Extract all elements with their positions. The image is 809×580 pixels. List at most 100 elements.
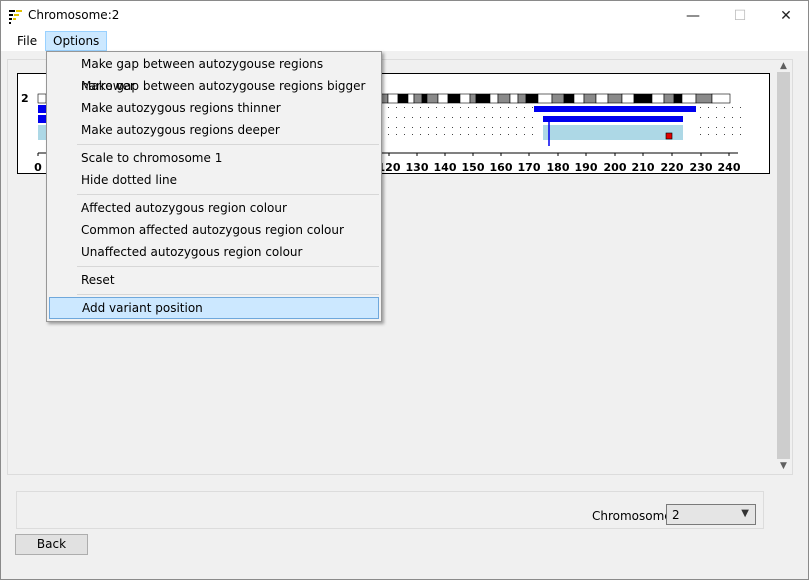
- minimize-button[interactable]: —: [670, 1, 716, 31]
- ideogram-band: [475, 93, 491, 104]
- ideogram-band: [607, 93, 623, 104]
- dotted-line-dot: [420, 117, 421, 118]
- dotted-line-dot: [420, 127, 421, 128]
- menu-item-common-affected-colour[interactable]: Common affected autozygous region colour: [49, 219, 379, 241]
- menu-item-unaffected-colour[interactable]: Unaffected autozygous region colour: [49, 241, 379, 263]
- dotted-line-dot: [508, 117, 509, 118]
- dotted-line-dot: [444, 127, 445, 128]
- dotted-line-dot: [420, 107, 421, 108]
- vertical-scrollbar[interactable]: ▲ ▼: [775, 60, 792, 472]
- dotted-line-dot: [388, 134, 389, 135]
- dotted-line-dot: [476, 134, 477, 135]
- dotted-line-dot: [492, 117, 493, 118]
- close-button[interactable]: ✕: [763, 1, 809, 31]
- dotted-line-dot: [724, 134, 725, 135]
- dotted-line-dot: [740, 134, 741, 135]
- dotted-line-dot: [524, 134, 525, 135]
- ideogram-band: [426, 93, 439, 104]
- axis-tick-label: 170: [518, 161, 541, 173]
- ideogram-band: [551, 93, 565, 104]
- dotted-line-dot: [492, 134, 493, 135]
- dotted-line-dot: [732, 134, 733, 135]
- scroll-up-icon[interactable]: ▲: [775, 60, 792, 72]
- menu-options[interactable]: Options: [45, 31, 108, 51]
- ideogram-band: [583, 93, 597, 104]
- ideogram-band: [37, 93, 47, 104]
- dotted-line-dot: [436, 117, 437, 118]
- menu-bar: File Options: [1, 31, 808, 51]
- dotted-line-dot: [716, 127, 717, 128]
- dotted-line-dot: [468, 117, 469, 118]
- dotted-line-dot: [500, 127, 501, 128]
- ideogram-band: [633, 93, 653, 104]
- dotted-line-dot: [508, 127, 509, 128]
- menu-item-bigger-gap[interactable]: Make gap between autozygouse regions big…: [49, 75, 379, 97]
- ideogram-band: [397, 93, 409, 104]
- dotted-line-dot: [724, 127, 725, 128]
- back-button[interactable]: Back: [15, 534, 88, 555]
- menu-item-thinner-regions[interactable]: Make autozygous regions thinner: [49, 97, 379, 119]
- dotted-line-dot: [428, 117, 429, 118]
- affected-region-bar-2: [543, 116, 683, 122]
- variant-marker: [665, 132, 673, 140]
- scroll-thumb[interactable]: [777, 72, 790, 459]
- ideogram-band: [407, 93, 415, 104]
- dotted-line-dot: [484, 127, 485, 128]
- dotted-line-dot: [436, 134, 437, 135]
- dotted-line-dot: [404, 127, 405, 128]
- ideogram-band: [563, 93, 575, 104]
- app-icon: [9, 10, 22, 24]
- dotted-line-dot: [388, 107, 389, 108]
- affected-region-left-2: [38, 115, 46, 123]
- menu-file[interactable]: File: [10, 31, 44, 51]
- dotted-line-dot: [524, 117, 525, 118]
- ideogram-band: [663, 93, 675, 104]
- axis-tick-label: 210: [632, 161, 655, 173]
- dotted-line-dot: [716, 117, 717, 118]
- ideogram-band: [459, 93, 471, 104]
- scroll-down-icon[interactable]: ▼: [775, 460, 792, 472]
- ideogram-band: [387, 93, 399, 104]
- dotted-line-dot: [532, 107, 533, 108]
- menu-item-reset[interactable]: Reset: [49, 269, 379, 291]
- dotted-line-dot: [436, 127, 437, 128]
- dotted-line-dot: [708, 107, 709, 108]
- autozygous-region-light: [543, 125, 683, 140]
- affected-region-bar-1: [534, 106, 696, 112]
- dotted-line-dot: [444, 117, 445, 118]
- chromosome-select[interactable]: 2 ▼: [666, 504, 756, 525]
- dotted-line-dot: [740, 107, 741, 108]
- dotted-line-dot: [476, 107, 477, 108]
- dotted-line-dot: [708, 134, 709, 135]
- dotted-line-dot: [484, 107, 485, 108]
- menu-item-deeper-regions[interactable]: Make autozygous regions deeper: [49, 119, 379, 141]
- menu-item-affected-colour[interactable]: Affected autozygous region colour: [49, 197, 379, 219]
- dotted-line-dot: [436, 107, 437, 108]
- dotted-line-dot: [396, 107, 397, 108]
- dotted-line-dot: [484, 134, 485, 135]
- dotted-line-dot: [404, 134, 405, 135]
- menu-item-narrower-gap[interactable]: Make gap between autozygouse regions nar…: [49, 53, 379, 93]
- dotted-line-dot: [428, 107, 429, 108]
- dotted-line-dot: [524, 127, 525, 128]
- dotted-line-dot: [508, 134, 509, 135]
- dotted-line-dot: [492, 127, 493, 128]
- dotted-line-dot: [516, 107, 517, 108]
- menu-item-scale-chromosome-1[interactable]: Scale to chromosome 1: [49, 147, 379, 169]
- dotted-line-dot: [532, 134, 533, 135]
- ideogram-band: [595, 93, 609, 104]
- dotted-line-dot: [700, 134, 701, 135]
- dotted-line-dot: [476, 127, 477, 128]
- dotted-line-dot: [740, 127, 741, 128]
- menu-item-add-variant-position[interactable]: Add variant position: [49, 297, 379, 319]
- dotted-line-dot: [412, 134, 413, 135]
- maximize-button[interactable]: ☐: [717, 1, 763, 31]
- dotted-line-dot: [396, 117, 397, 118]
- dotted-line-dot: [516, 117, 517, 118]
- dotted-line-dot: [428, 127, 429, 128]
- menu-item-hide-dotted-line[interactable]: Hide dotted line: [49, 169, 379, 191]
- axis-tick-label: 240: [718, 161, 741, 173]
- dotted-line-dot: [444, 107, 445, 108]
- axis-tick-label: 130: [406, 161, 429, 173]
- ideogram-band: [447, 93, 461, 104]
